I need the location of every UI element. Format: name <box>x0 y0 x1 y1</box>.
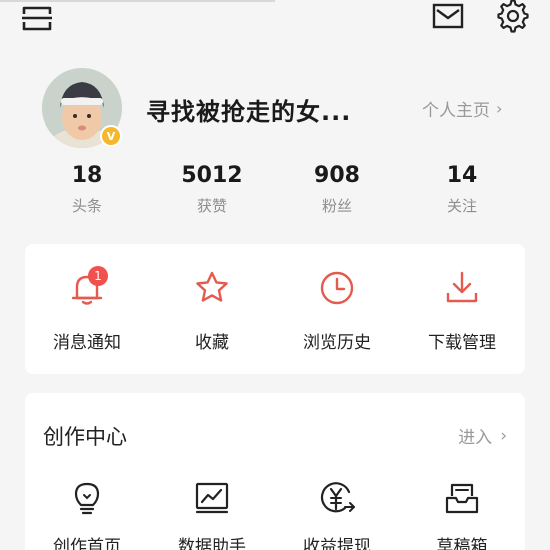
stat-value: 18 <box>71 163 103 188</box>
creator-item-earnings[interactable]: 收益提现 <box>282 478 392 550</box>
enter-label: 进入 <box>458 428 493 448</box>
creator-item-data[interactable]: 数据助手 <box>157 478 267 550</box>
yuan-coin-icon <box>320 482 355 513</box>
creator-center-card: 创作中心 进入 › 创作首页 数据助手 收益提现 草稿箱 <box>25 393 525 550</box>
chart-icon <box>195 482 229 514</box>
stat-likes[interactable]: 5012 获赞 <box>162 162 262 216</box>
quick-item-label: 下载管理 <box>428 333 496 353</box>
quick-item-downloads[interactable]: 下载管理 <box>407 268 517 353</box>
creator-item-label: 数据助手 <box>178 537 246 550</box>
creator-item-home[interactable]: 创作首页 <box>32 478 142 550</box>
quick-item-favorites[interactable]: 收藏 <box>157 268 267 353</box>
creator-center-title: 创作中心 <box>43 425 127 449</box>
verified-badge: V <box>100 125 122 147</box>
mail-icon[interactable] <box>432 3 464 29</box>
stat-following[interactable]: 14 关注 <box>412 162 512 216</box>
download-icon <box>446 271 478 303</box>
stat-followers[interactable]: 908 粉丝 <box>287 162 387 216</box>
quick-item-history[interactable]: 浏览历史 <box>282 268 392 353</box>
creator-item-drafts[interactable]: 草稿箱 <box>407 478 517 550</box>
quick-item-label: 浏览历史 <box>303 333 371 353</box>
stat-headlines[interactable]: 18 头条 <box>37 162 137 216</box>
stat-label: 获赞 <box>196 197 227 215</box>
scan-icon[interactable] <box>20 4 54 32</box>
quick-actions-card: 消息通知 1 收藏 浏览历史 下载管理 <box>25 244 525 374</box>
clock-icon <box>320 271 354 305</box>
creator-center-enter-link[interactable]: 进入 › <box>458 423 507 449</box>
gear-icon[interactable] <box>496 0 530 34</box>
chevron-right-icon: › <box>500 425 507 446</box>
quick-item-label: 消息通知 <box>53 333 121 353</box>
top-divider <box>0 0 275 2</box>
stat-label: 关注 <box>446 197 477 215</box>
quick-item-label: 收藏 <box>195 333 229 353</box>
stat-value: 5012 <box>181 163 243 188</box>
stat-value: 908 <box>314 163 360 188</box>
profile-page: V 寻找被抢走的女... 个人主页 › 18 头条 5012 获赞 908 粉丝… <box>0 0 550 550</box>
stats-row: 18 头条 5012 获赞 908 粉丝 14 关注 <box>0 162 550 224</box>
star-icon <box>196 271 228 302</box>
chevron-right-icon: › <box>496 99 503 118</box>
creator-item-label: 草稿箱 <box>436 537 488 550</box>
stat-value: 14 <box>446 163 478 188</box>
stat-label: 粉丝 <box>321 197 352 215</box>
quick-item-notifications[interactable]: 消息通知 <box>32 268 142 353</box>
personal-homepage-link[interactable]: 个人主页 › <box>422 96 502 121</box>
lightbulb-icon <box>74 482 100 515</box>
stat-label: 头条 <box>71 197 102 215</box>
personal-homepage-label: 个人主页 <box>422 101 490 121</box>
creator-item-label: 收益提现 <box>303 537 371 550</box>
creator-item-label: 创作首页 <box>53 537 121 550</box>
username: 寻找被抢走的女... <box>146 98 352 126</box>
drafts-box-icon <box>445 483 479 514</box>
notification-badge: 1 <box>88 266 108 286</box>
